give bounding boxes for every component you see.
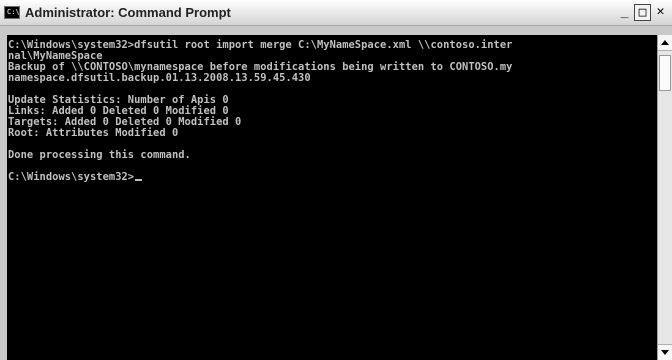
prompt-text: C:\Windows\system32> [8, 171, 135, 183]
console-line: Done processing this command. [8, 149, 191, 161]
scroll-thumb[interactable] [659, 55, 671, 91]
window-title: Administrator: Command Prompt [25, 5, 231, 20]
maximize-button[interactable]: □ [634, 4, 651, 21]
command-prompt-window: C:\. Administrator: Command Prompt _ □ ✕… [0, 0, 672, 360]
console-line: namespace.dfsutil.backup.01.13.2008.13.5… [8, 72, 311, 84]
vertical-scrollbar[interactable] [657, 35, 672, 360]
scroll-down-arrow-icon[interactable] [658, 344, 672, 360]
command-prompt-icon[interactable]: C:\. [4, 6, 24, 19]
title-bar[interactable]: C:\. Administrator: Command Prompt _ □ ✕ [0, 0, 672, 26]
minimize-button[interactable]: _ [616, 4, 633, 21]
prompt-line[interactable]: C:\Windows\system32> [8, 171, 143, 183]
console-output[interactable]: C:\Windows\system32>dfsutil root import … [7, 35, 657, 360]
app-icon-glyph: C:\. [7, 8, 24, 16]
text-cursor [135, 179, 143, 181]
scroll-up-arrow-icon[interactable] [658, 35, 672, 51]
close-button[interactable]: ✕ [652, 4, 669, 21]
console-line: Root: Attributes Modified 0 [8, 127, 179, 139]
